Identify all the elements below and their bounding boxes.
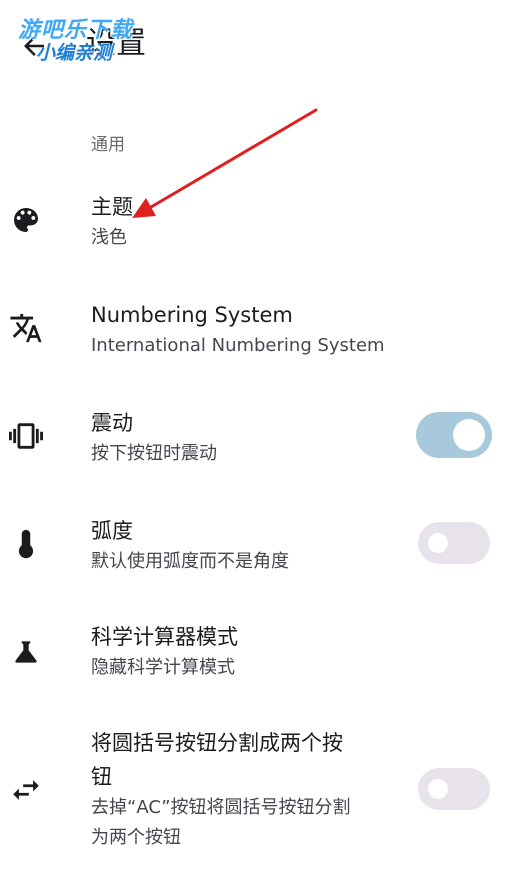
- palette-icon: [8, 202, 44, 238]
- pref-title: 震动: [91, 411, 133, 435]
- pref-summary: International Numbering System: [91, 335, 385, 356]
- pref-radians[interactable]: 弧度 默认使用弧度而不是角度: [0, 512, 511, 582]
- switch-thumb: [428, 779, 448, 799]
- vibration-switch[interactable]: [416, 412, 492, 458]
- flask-icon: [8, 634, 44, 670]
- pref-title: 主题: [91, 195, 133, 219]
- pref-numbering-system[interactable]: Numbering System International Numbering…: [0, 296, 511, 366]
- top-app-bar: 设置 游吧乐下载 小编亲测: [0, 0, 511, 90]
- pref-split-parentheses[interactable]: 将圆括号按钮分割成两个按 钮 去掉“AC”按钮将圆括号按钮分割 为两个按钮: [0, 726, 511, 856]
- pref-summary-line2: 为两个按钮: [91, 827, 181, 848]
- radians-switch[interactable]: [418, 522, 490, 564]
- page-title: 设置: [86, 26, 146, 61]
- back-button[interactable]: [12, 24, 56, 68]
- pref-title: 弧度: [91, 519, 133, 543]
- pref-summary-line1: 去掉“AC”按钮将圆括号按钮分割: [91, 797, 351, 818]
- swap-horiz-icon: [8, 772, 44, 808]
- translate-icon: [8, 310, 44, 346]
- vibration-icon: [8, 418, 44, 454]
- switch-thumb: [453, 419, 485, 451]
- pref-summary: 按下按钮时震动: [91, 443, 217, 464]
- pref-vibration[interactable]: 震动 按下按钮时震动: [0, 404, 511, 474]
- thermometer-icon: [8, 526, 44, 562]
- pref-summary: 浅色: [91, 227, 127, 248]
- pref-summary: 隐藏科学计算模式: [91, 657, 235, 678]
- pref-title-line2: 钮: [91, 765, 112, 789]
- arrow-back-icon: [24, 36, 44, 56]
- switch-thumb: [428, 533, 448, 553]
- section-header-general: 通用: [91, 135, 125, 155]
- pref-title: Numbering System: [91, 303, 293, 327]
- pref-summary: 默认使用弧度而不是角度: [91, 551, 289, 572]
- pref-theme[interactable]: 主题 浅色: [0, 188, 511, 258]
- pref-scientific-mode[interactable]: 科学计算器模式 隐藏科学计算模式: [0, 620, 511, 690]
- pref-title: 科学计算器模式: [91, 625, 238, 649]
- split-parentheses-switch[interactable]: [418, 768, 490, 810]
- pref-title-line1: 将圆括号按钮分割成两个按: [91, 731, 343, 755]
